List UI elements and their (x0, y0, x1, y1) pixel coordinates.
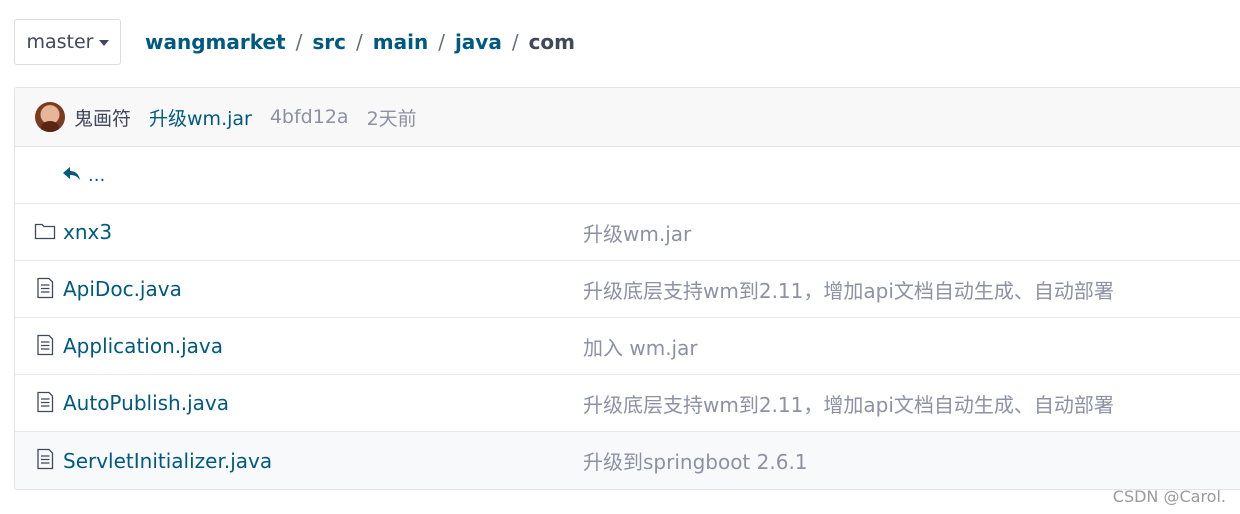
watermark: CSDN @Carol. (1112, 487, 1226, 506)
breadcrumb-separator: / (356, 30, 363, 54)
file-icon (34, 391, 56, 413)
breadcrumb-link-java[interactable]: java (455, 30, 502, 54)
toolbar: master wangmarket / src / main / java / … (14, 18, 575, 66)
reply-arrow-icon (62, 163, 82, 187)
branch-selector-button[interactable]: master (14, 19, 121, 65)
file-commit-message[interactable]: 升级底层支持wm到2.11，增加api文档自动生成、自动部署 (583, 389, 1114, 418)
file-list-panel: 鬼画符 升级wm.jar 4bfd12a 2天前 ... xnx3 升级wm.j… (14, 87, 1240, 490)
file-name-link[interactable]: ServletInitializer.java (63, 449, 272, 473)
breadcrumb-current: com (528, 30, 576, 54)
file-name-link[interactable]: xnx3 (63, 220, 112, 244)
file-icon (34, 334, 56, 356)
file-name-link[interactable]: AutoPublish.java (63, 391, 229, 415)
table-row: ApiDoc.java 升级底层支持wm到2.11，增加api文档自动生成、自动… (15, 261, 1240, 318)
file-commit-message[interactable]: 升级到springboot 2.6.1 (583, 446, 808, 475)
breadcrumb: wangmarket / src / main / java / com (145, 30, 575, 54)
breadcrumb-link-main[interactable]: main (373, 30, 428, 54)
latest-commit-bar: 鬼画符 升级wm.jar 4bfd12a 2天前 (15, 88, 1240, 147)
table-row: AutoPublish.java 升级底层支持wm到2.11，增加api文档自动… (15, 375, 1240, 432)
branch-label: master (26, 31, 94, 53)
file-commit-message[interactable]: 加入 wm.jar (583, 332, 698, 361)
folder-icon (34, 220, 56, 242)
breadcrumb-separator: / (295, 30, 303, 54)
commit-sha[interactable]: 4bfd12a (270, 106, 349, 128)
table-row: ServletInitializer.java 升级到springboot 2.… (15, 432, 1240, 489)
caret-down-icon (98, 40, 109, 46)
table-row: xnx3 升级wm.jar (15, 204, 1240, 261)
file-commit-message[interactable]: 升级底层支持wm到2.11，增加api文档自动生成、自动部署 (583, 275, 1114, 304)
avatar[interactable] (35, 102, 65, 132)
breadcrumb-link-src[interactable]: src (312, 30, 346, 54)
breadcrumb-separator: / (438, 30, 445, 54)
file-name-link[interactable]: ApiDoc.java (63, 277, 182, 301)
breadcrumb-link-repo[interactable]: wangmarket (145, 30, 286, 54)
commit-time: 2天前 (366, 107, 417, 130)
commit-author[interactable]: 鬼画符 (74, 104, 131, 131)
parent-directory-row[interactable]: ... (15, 147, 1240, 204)
parent-directory-link[interactable]: ... (88, 165, 105, 186)
commit-message-link[interactable]: 升级wm.jar (149, 104, 252, 131)
breadcrumb-separator: / (511, 30, 519, 54)
file-icon (34, 277, 56, 299)
file-name-link[interactable]: Application.java (63, 334, 223, 358)
file-icon (34, 448, 56, 470)
file-commit-message[interactable]: 升级wm.jar (583, 218, 691, 247)
table-row: Application.java 加入 wm.jar (15, 318, 1240, 375)
